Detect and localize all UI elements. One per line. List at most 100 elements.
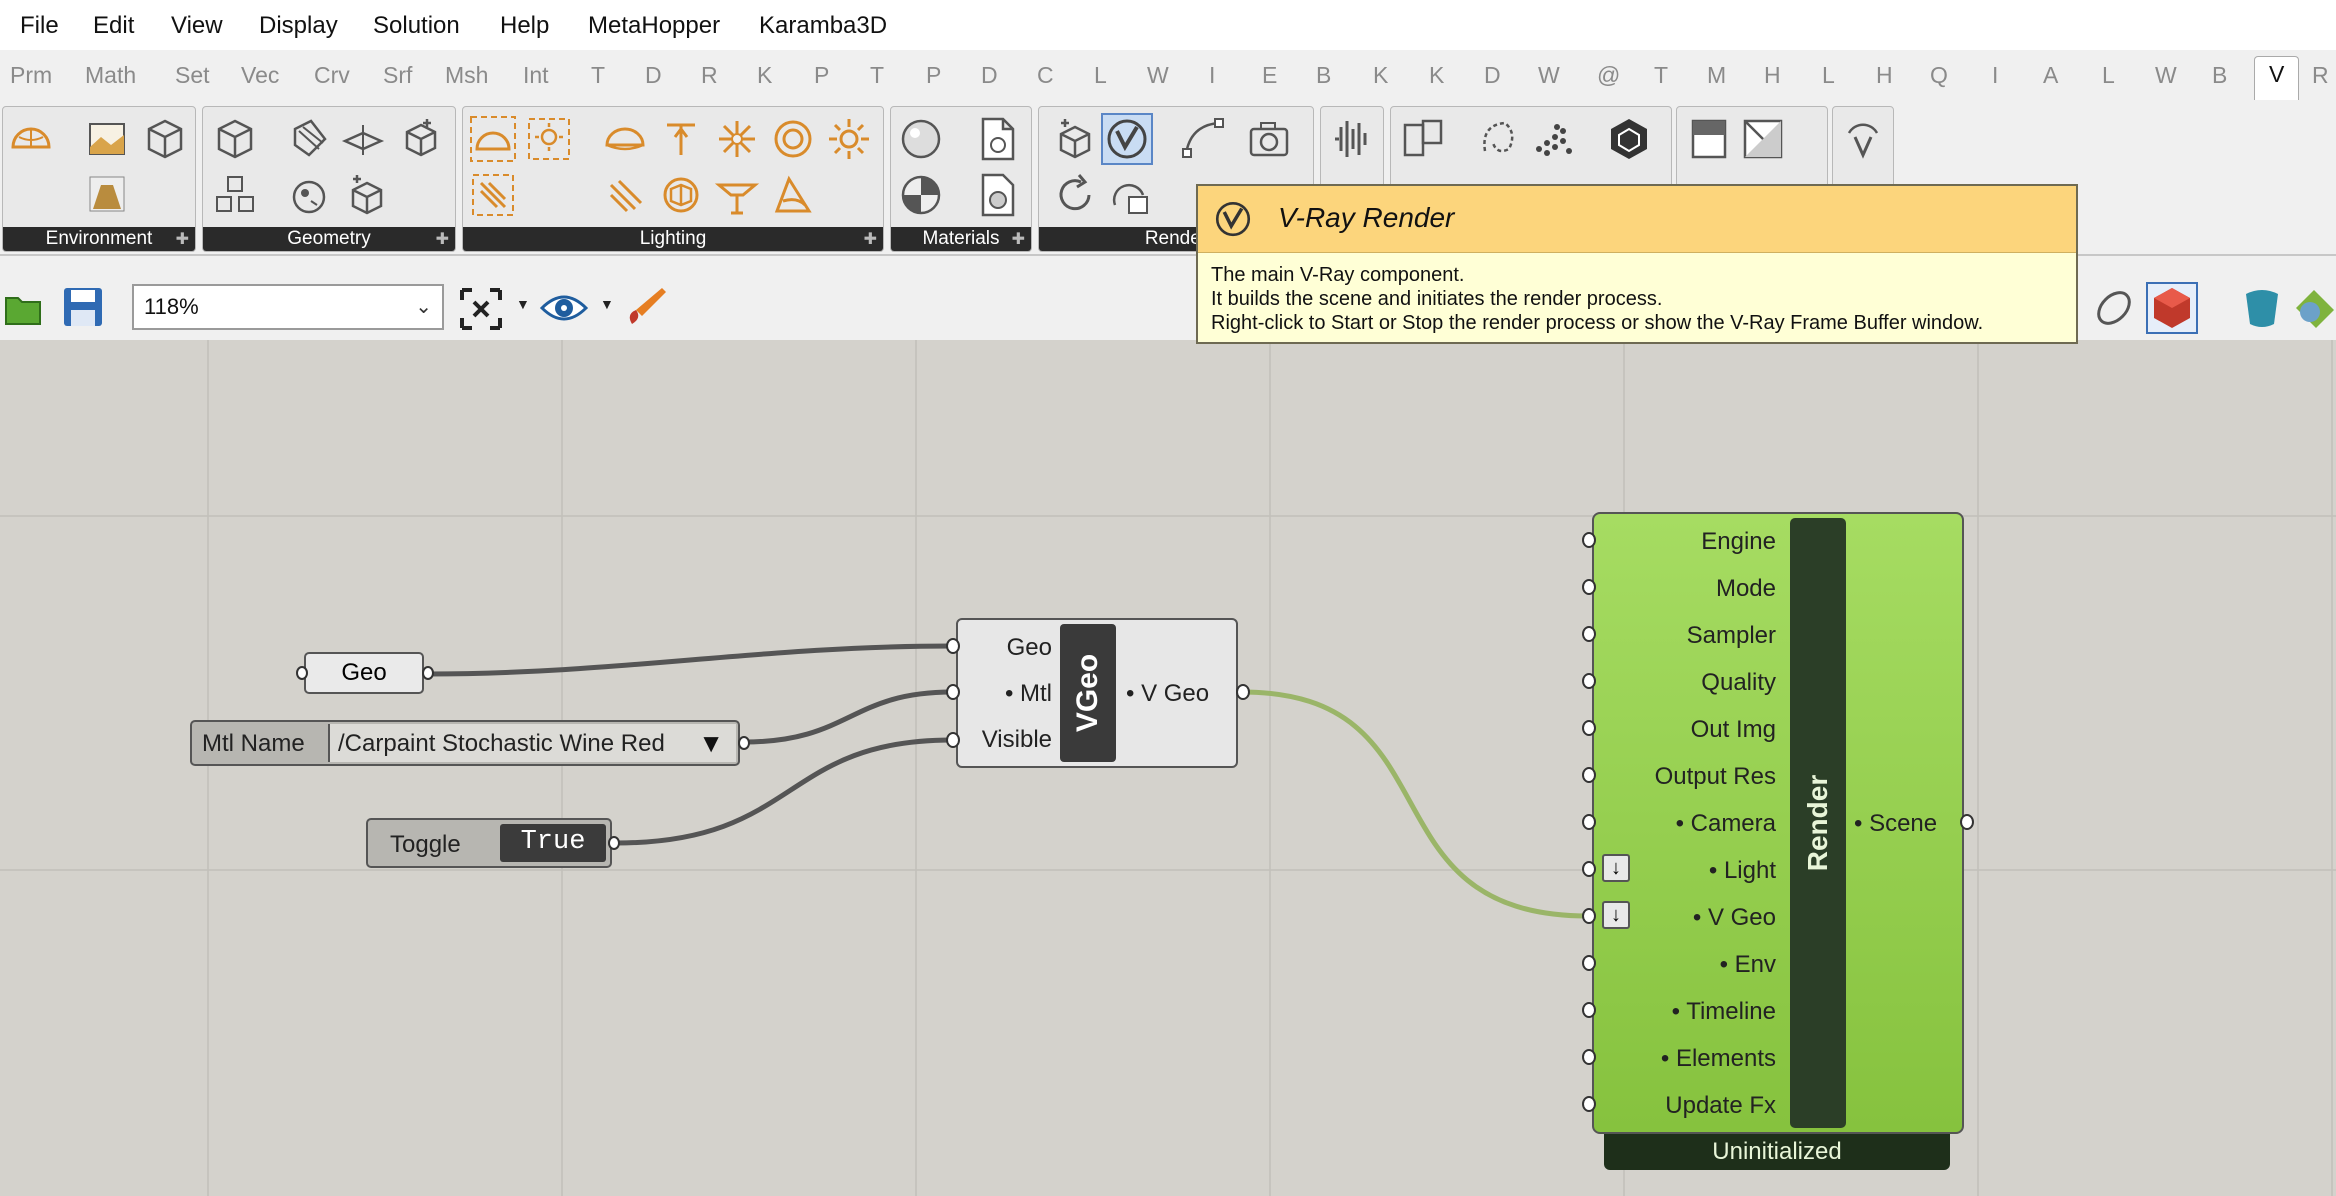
zoom-dropdown[interactable]: 118% ⌄: [132, 284, 444, 330]
render-env-grip[interactable]: [1582, 955, 1596, 971]
vray-rotate-icon[interactable]: [1839, 115, 1887, 163]
curve-edit-icon[interactable]: [1179, 115, 1227, 163]
proxy-icon[interactable]: [285, 115, 333, 163]
mtl-name-value-list[interactable]: Mtl Name /Carpaint Stochastic Wine Red ▼: [190, 720, 740, 766]
render-elements-grip[interactable]: [1582, 1049, 1596, 1065]
menu-karamba3d[interactable]: Karamba3D: [759, 12, 887, 40]
omni-light-icon[interactable]: [713, 115, 761, 163]
point-cloud-icon[interactable]: [1529, 115, 1577, 163]
fog-icon[interactable]: [83, 171, 131, 219]
dome-light-selected-icon[interactable]: [469, 115, 517, 163]
preview-eye-icon[interactable]: [540, 290, 588, 326]
tab-w1[interactable]: W: [1147, 62, 1169, 89]
mtl-output-grip[interactable]: [738, 736, 750, 750]
displacement-icon[interactable]: [343, 171, 391, 219]
render-light-grip[interactable]: [1582, 861, 1596, 877]
tab-r1[interactable]: R: [701, 62, 718, 89]
menu-display[interactable]: Display: [259, 12, 338, 40]
document-icon[interactable]: [1685, 115, 1733, 163]
environment-box-icon[interactable]: [141, 115, 189, 163]
tab-t1[interactable]: T: [591, 62, 605, 89]
mesh-light-icon[interactable]: [769, 115, 817, 163]
tab-d2[interactable]: D: [981, 62, 998, 89]
refresh-render-icon[interactable]: [1051, 171, 1099, 219]
menu-metahopper[interactable]: MetaHopper: [588, 12, 720, 40]
save-file-icon[interactable]: [62, 286, 104, 328]
tab-c[interactable]: C: [1037, 62, 1054, 89]
tab-l3[interactable]: L: [2102, 62, 2115, 89]
copy-frames-icon[interactable]: [1399, 115, 1447, 163]
tab-at[interactable]: @: [1597, 62, 1620, 89]
tab-k1[interactable]: K: [757, 62, 772, 89]
tab-i1[interactable]: I: [1209, 62, 1215, 89]
ies-light-icon[interactable]: [657, 171, 705, 219]
tab-math[interactable]: Math: [85, 62, 136, 89]
tab-d3[interactable]: D: [1484, 62, 1501, 89]
tab-w2[interactable]: W: [1538, 62, 1560, 89]
geo-param-input-grip[interactable]: [296, 666, 308, 680]
menu-edit[interactable]: Edit: [93, 12, 134, 40]
green-tool-icon[interactable]: [2290, 284, 2336, 332]
tab-e[interactable]: E: [1262, 62, 1277, 89]
waveform-icon[interactable]: [1327, 115, 1375, 163]
tab-crv[interactable]: Crv: [314, 62, 350, 89]
tab-srf[interactable]: Srf: [383, 62, 412, 89]
render-vgeo-grip[interactable]: [1582, 908, 1596, 924]
sphere-light-icon[interactable]: [601, 115, 649, 163]
tab-t2[interactable]: T: [870, 62, 884, 89]
chain-link-icon[interactable]: [2092, 286, 2136, 330]
mtl-name-dropdown[interactable]: /Carpaint Stochastic Wine Red ▼: [328, 724, 736, 762]
lasso-icon[interactable]: [1475, 115, 1523, 163]
tab-l1[interactable]: L: [1094, 62, 1107, 89]
plane-geometry-icon[interactable]: [339, 115, 387, 163]
render-sampler-grip[interactable]: [1582, 626, 1596, 642]
menu-file[interactable]: File: [20, 12, 59, 40]
caret-down-icon[interactable]: ▼: [600, 296, 614, 312]
tab-h1[interactable]: H: [1764, 62, 1781, 89]
geo-param-output-grip[interactable]: [422, 666, 434, 680]
tab-vray[interactable]: V: [2254, 56, 2300, 100]
tab-k2[interactable]: K: [1373, 62, 1388, 89]
menu-solution[interactable]: Solution: [373, 12, 460, 40]
tab-p1[interactable]: P: [814, 62, 829, 89]
tab-set[interactable]: Set: [175, 62, 210, 89]
tab-q[interactable]: Q: [1930, 62, 1948, 89]
tab-k3[interactable]: K: [1429, 62, 1444, 89]
material-wrapper-icon[interactable]: [973, 171, 1021, 219]
toggle-output-grip[interactable]: [608, 836, 620, 850]
caret-down-icon[interactable]: ▼: [516, 296, 530, 312]
vray-render-button[interactable]: [1101, 113, 1153, 165]
tab-l2[interactable]: L: [1822, 62, 1835, 89]
directional-light-icon[interactable]: [601, 171, 649, 219]
spot-light-icon[interactable]: [657, 115, 705, 163]
material-file-icon[interactable]: [973, 115, 1021, 163]
split-view-icon[interactable]: [1739, 115, 1787, 163]
vgeo-output-grip[interactable]: [1236, 684, 1250, 700]
render-out-img-grip[interactable]: [1582, 720, 1596, 736]
boolean-toggle-node[interactable]: Toggle True: [366, 818, 612, 868]
cone-light-icon[interactable]: [769, 171, 817, 219]
fur-icon[interactable]: [285, 171, 333, 219]
tab-r2[interactable]: R: [2312, 62, 2329, 89]
dome-light-icon[interactable]: [7, 115, 55, 163]
tab-t3[interactable]: T: [1654, 62, 1668, 89]
panel-expand-icon[interactable]: ✚: [864, 229, 877, 249]
tab-vec[interactable]: Vec: [241, 62, 279, 89]
panel-expand-icon[interactable]: ✚: [176, 229, 189, 249]
tab-prm[interactable]: Prm: [10, 62, 52, 89]
instancer-icon[interactable]: [211, 171, 259, 219]
menu-view[interactable]: View: [171, 12, 223, 40]
render-quality-grip[interactable]: [1582, 673, 1596, 689]
render-engine-grip[interactable]: [1582, 532, 1596, 548]
tab-int[interactable]: Int: [523, 62, 549, 89]
render-timeline-grip[interactable]: [1582, 1002, 1596, 1018]
light-select-icon[interactable]: [525, 115, 573, 163]
tab-d1[interactable]: D: [645, 62, 662, 89]
vgeo-geo-grip[interactable]: [946, 638, 960, 654]
menu-help[interactable]: Help: [500, 12, 549, 40]
tab-h2[interactable]: H: [1876, 62, 1893, 89]
toggle-value-button[interactable]: True: [500, 824, 606, 862]
vgeo-component[interactable]: Geo • Mtl Visible VGeo • V Geo: [956, 618, 1238, 768]
tab-b2[interactable]: B: [2212, 62, 2227, 89]
render-output-res-grip[interactable]: [1582, 767, 1596, 783]
